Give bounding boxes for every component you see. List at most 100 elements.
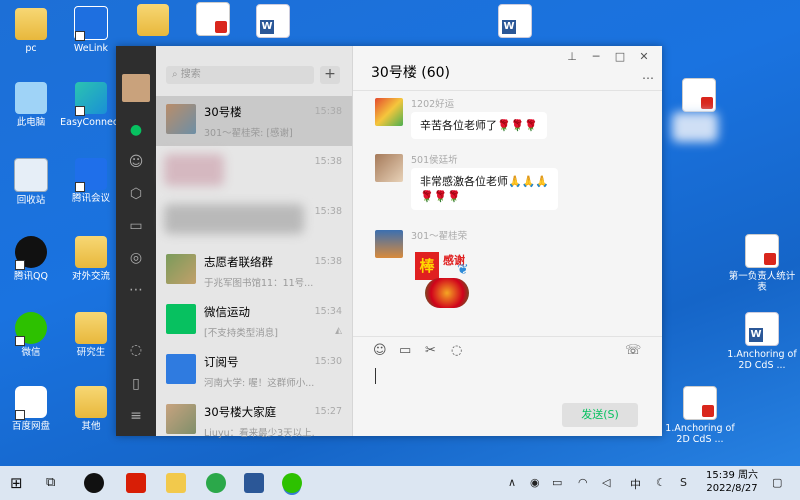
- text-input-caret[interactable]: [375, 368, 376, 384]
- volume-icon[interactable]: ◁: [602, 476, 610, 489]
- desktop-icon-word[interactable]: [480, 4, 550, 41]
- pin-icon[interactable]: ⊥: [560, 50, 584, 63]
- pdf-icon: [683, 386, 717, 420]
- conversation-item[interactable]: 微信运动 [不支持类型消息] 15:34 ◭: [156, 296, 352, 346]
- baidu-netdisk-icon: [15, 386, 47, 420]
- folder-icon[interactable]: ▭: [399, 343, 411, 358]
- chat-history-icon[interactable]: ◌: [451, 343, 462, 358]
- word-icon: [498, 4, 532, 38]
- message-text: 🌹🌹🌹: [420, 190, 462, 203]
- message-bubble: 非常感激各位老师🙏🙏🙏 🌹🌹🌹: [411, 168, 559, 210]
- task-view-icon[interactable]: ⧉: [46, 473, 66, 493]
- header-divider: [353, 90, 662, 91]
- file-explorer-icon[interactable]: [166, 473, 186, 493]
- add-button[interactable]: +: [320, 66, 340, 84]
- maximize-button[interactable]: □: [608, 50, 632, 63]
- conversation-time: 15:38: [314, 206, 342, 217]
- conversation-item[interactable]: 15:38: [156, 196, 352, 246]
- conversation-item[interactable]: 30号楼大家庭 Liuyu：看来最少3天以上... 15:27: [156, 396, 352, 446]
- fan-app-icon[interactable]: [84, 473, 104, 493]
- pdf-icon: [196, 2, 230, 36]
- conversation-time: 15:34: [314, 306, 342, 317]
- conversation-item[interactable]: 志愿者联络群 于兆军图书馆11：11号... 15:38: [156, 246, 352, 296]
- search-placeholder: 搜索: [180, 69, 201, 80]
- files-icon[interactable]: ▭: [128, 218, 144, 234]
- blurred-avatar: [164, 154, 224, 186]
- subscription-avatar: [166, 354, 196, 384]
- conversation-preview: [不支持类型消息]: [204, 328, 278, 339]
- folder-icon: [75, 236, 107, 268]
- moments-icon[interactable]: ◎: [128, 250, 144, 266]
- conversation-list-panel: ⌕ 搜索 + 30号楼 301～翟桂荣: [感谢] 15:38 15:38 15…: [156, 46, 353, 439]
- conversation-item[interactable]: 订阅号 河南大学: 喔！这群师小... 15:30: [156, 346, 352, 396]
- conversation-preview: 301～翟桂荣: [感谢]: [204, 128, 293, 139]
- easyconnect-icon: [75, 82, 107, 116]
- system-clock[interactable]: 15:39 周六 2022/8/27: [706, 469, 758, 495]
- voice-call-icon[interactable]: ☏: [625, 343, 641, 358]
- send-button[interactable]: 发送(S): [562, 403, 638, 427]
- sender-avatar[interactable]: [375, 154, 403, 182]
- desktop-icon-anchoring-pdf[interactable]: 1.Anchoring of 2D CdS ...: [665, 386, 735, 445]
- more-apps-icon[interactable]: ⋯: [128, 282, 144, 298]
- input-divider: [353, 336, 662, 337]
- conversation-time: 15:27: [314, 406, 342, 417]
- sender-avatar[interactable]: [375, 230, 403, 258]
- pdf-icon: [745, 234, 779, 268]
- notification-icon[interactable]: ▢: [772, 476, 782, 489]
- computer-icon: [15, 82, 47, 114]
- blurred-region: [672, 112, 718, 142]
- conversation-item[interactable]: 30号楼 301～翟桂荣: [感谢] 15:38: [156, 96, 352, 146]
- sticker-text: 棒: [415, 252, 439, 280]
- sticker-image[interactable]: 棒 感谢 ❦: [411, 248, 477, 314]
- taskbar: ⊞ ⧉ ∧ ◉ ▭ ◠ ◁ 中 ☾ S 15:39 周六 2022/8/27 ▢: [0, 466, 800, 500]
- message-bubble: 辛苦各位老师了🌹🌹🌹: [411, 112, 548, 139]
- desktop-icon-pdf[interactable]: [664, 78, 734, 115]
- scissors-icon[interactable]: ✂: [425, 343, 436, 358]
- flower-icon: [425, 278, 469, 308]
- conversation-preview: Liuyu：看来最少3天以上...: [204, 428, 314, 439]
- wifi-icon[interactable]: ◠: [578, 476, 588, 489]
- sogou-icon[interactable]: S: [680, 476, 687, 489]
- favorites-icon[interactable]: ⬡: [128, 186, 144, 202]
- conversation-item[interactable]: 15:38: [156, 146, 352, 196]
- chat-icon[interactable]: ●: [128, 122, 144, 138]
- mini-program-icon[interactable]: ◌: [128, 342, 144, 358]
- conversation-time: 15:38: [314, 256, 342, 267]
- user-avatar[interactable]: [122, 74, 150, 102]
- blurred-content: [164, 204, 304, 234]
- ime-icon[interactable]: 中: [630, 476, 641, 492]
- word-icon[interactable]: [244, 473, 264, 493]
- conversation-time: 15:38: [314, 106, 342, 117]
- search-input[interactable]: ⌕ 搜索: [166, 66, 314, 84]
- desktop-icon-anchoring-word[interactable]: 1.Anchoring of 2D CdS ...: [727, 312, 797, 371]
- chat-more-button[interactable]: …: [642, 68, 654, 82]
- browser-icon[interactable]: [206, 473, 226, 493]
- welink-icon: [74, 6, 108, 41]
- ime-mode-icon[interactable]: ☾: [656, 476, 666, 489]
- menu-icon[interactable]: ≡: [128, 408, 144, 424]
- wechat-window: ● ☺ ⬡ ▭ ◎ ⋯ ◌ ▯ ≡ ⌕ 搜索 + 30号楼 301～翟桂荣: […: [116, 46, 662, 439]
- close-button[interactable]: ✕: [632, 50, 656, 63]
- battery-icon[interactable]: ▭: [552, 476, 562, 489]
- show-hidden-icons[interactable]: ∧: [508, 476, 516, 489]
- windows-start-icon[interactable]: ⊞: [10, 473, 30, 493]
- conversation-preview: 于兆军图书馆11：11号...: [204, 278, 314, 289]
- group-avatar: [166, 104, 196, 134]
- sender-avatar[interactable]: [375, 98, 403, 126]
- minimize-button[interactable]: ─: [584, 50, 608, 63]
- wechat-taskbar-icon[interactable]: [282, 473, 302, 493]
- desktop-icon-first-responsible[interactable]: 第一负责人统计表: [727, 234, 797, 293]
- conversation-time: 15:38: [314, 156, 342, 167]
- desktop-icon-word[interactable]: [238, 4, 308, 41]
- contacts-icon[interactable]: ☺: [128, 154, 144, 170]
- recycle-bin-icon: [14, 158, 48, 192]
- phone-icon[interactable]: ▯: [128, 376, 144, 392]
- youdao-icon[interactable]: [126, 473, 146, 493]
- tencent-meeting-icon: [75, 158, 107, 192]
- user-folder-icon: [15, 8, 47, 40]
- sender-name: 1202好运: [411, 99, 455, 110]
- conversation-name: 订阅号: [204, 355, 239, 369]
- tray-app-icon[interactable]: ◉: [530, 476, 540, 489]
- emoji-icon[interactable]: ☺: [373, 343, 387, 358]
- word-icon: [745, 312, 779, 346]
